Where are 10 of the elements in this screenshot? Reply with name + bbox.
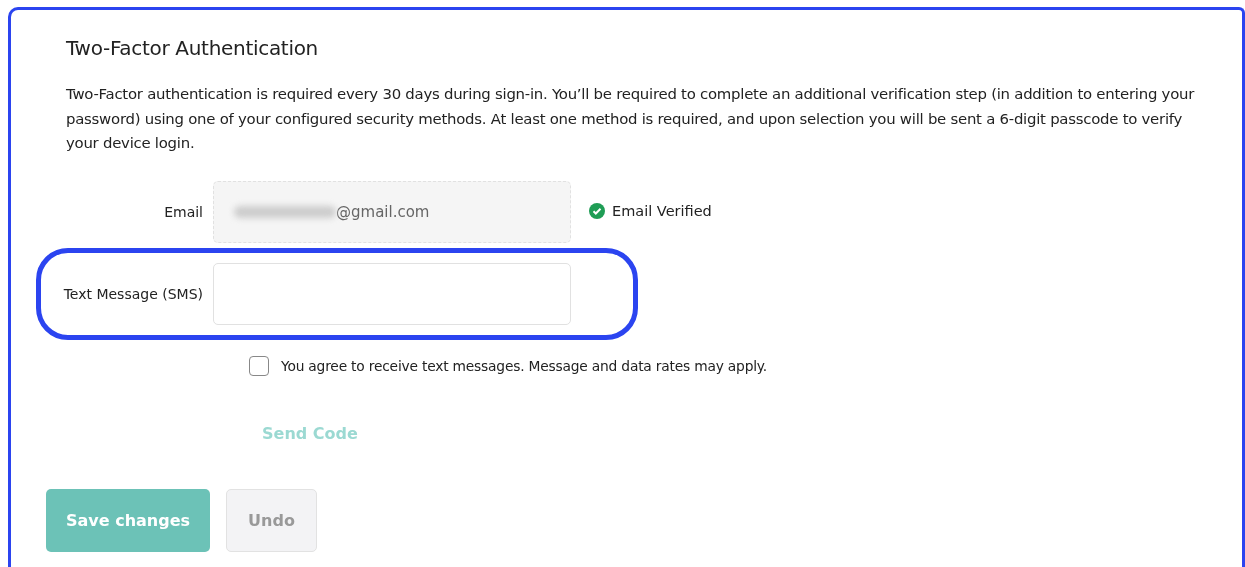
consent-checkbox[interactable] <box>249 355 269 376</box>
field-label: Email <box>163 203 204 220</box>
check-circle-icon <box>589 202 605 219</box>
phone-input[interactable] <box>213 262 571 325</box>
section-description: Two-Factor authentication is required every 30 days during sign-in. You’ll be required to complete an additional verification step (in addition to entering your password) using one of your configured security methods. At least one method is required, and upon selection you will be sent a 6-digit passcode to verify your device login. <box>66 84 1196 154</box>
verified-status: Email Verified <box>612 202 712 219</box>
section-title: Two-Factor Authentication <box>66 36 319 60</box>
field-label: Text Message (SMS) <box>62 285 204 302</box>
consent-label: You agree to receive text messages. Message and data rates may apply. <box>281 357 768 374</box>
email-value: @gmail.com <box>336 202 430 221</box>
